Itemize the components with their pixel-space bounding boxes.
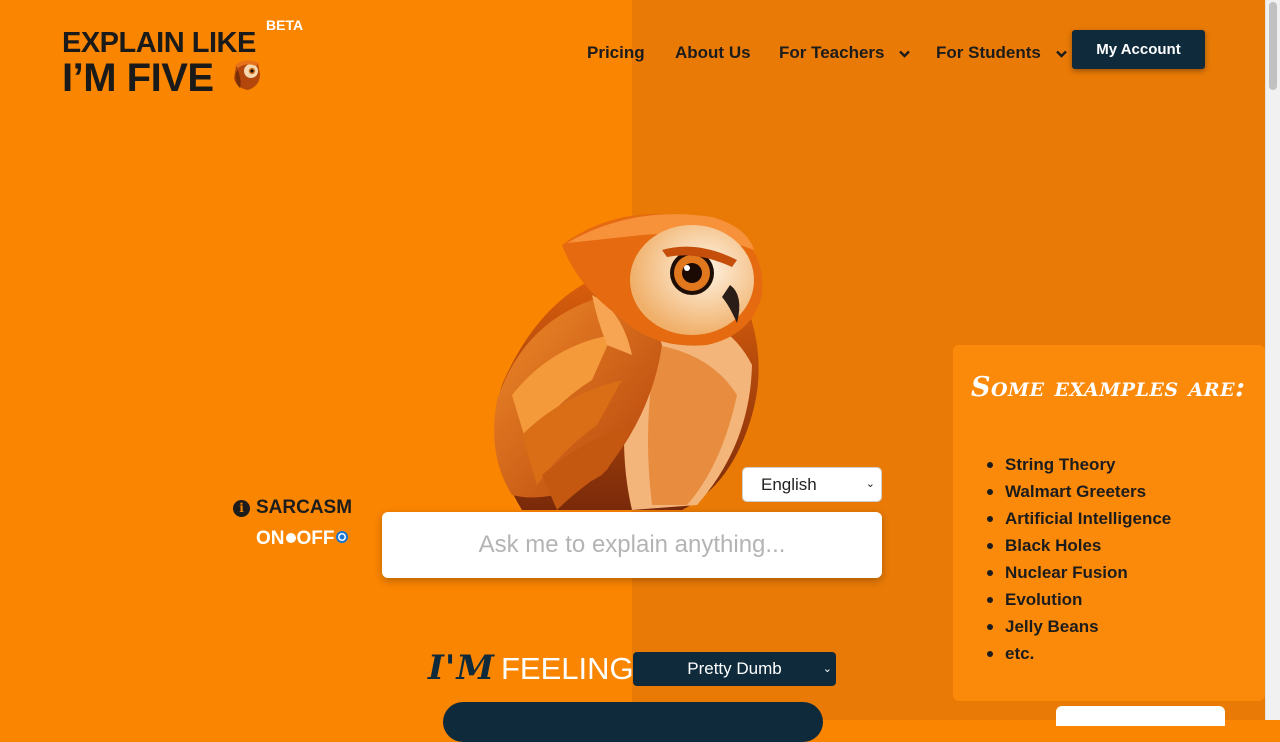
chevron-down-icon: ⌄ [822, 663, 832, 675]
sarcasm-on-label[interactable]: ON [256, 528, 285, 549]
page-scrollbar[interactable] [1265, 0, 1280, 720]
feeling-select[interactable]: Pretty Dumb ⌄ [633, 652, 836, 686]
secondary-button[interactable] [1056, 706, 1225, 726]
example-item: Black Holes [987, 532, 1171, 559]
chevron-down-icon: ⌄ [865, 478, 875, 490]
owl-logo-icon [234, 60, 260, 90]
nav-for-students-label: For Students [936, 43, 1041, 62]
feeling-word: FEELING [500, 651, 634, 686]
example-item: String Theory [987, 451, 1171, 478]
examples-list: String Theory Walmart Greeters Artificia… [987, 451, 1171, 667]
example-item: Nuclear Fusion [987, 559, 1171, 586]
sarcasm-label: i SARCASM [233, 497, 352, 519]
example-item: Evolution [987, 586, 1171, 613]
ask-input[interactable]: Ask me to explain anything... [382, 512, 882, 578]
nav-pricing[interactable]: Pricing [587, 42, 645, 64]
feeling-select-value: Pretty Dumb [687, 659, 782, 678]
my-account-button[interactable]: My Account [1072, 30, 1205, 69]
sarcasm-on-radio[interactable] [285, 533, 296, 543]
example-item: Walmart Greeters [987, 478, 1171, 505]
sarcasm-off-radio[interactable] [335, 531, 348, 543]
nav-for-students[interactable]: For Students [936, 42, 1067, 64]
chevron-down-icon [899, 50, 911, 58]
sarcasm-label-text: SARCASM [256, 497, 353, 518]
nav-for-teachers-label: For Teachers [779, 43, 885, 62]
owl-mascot-icon [494, 213, 763, 510]
scrollbar-thumb[interactable] [1269, 2, 1277, 90]
examples-card: Some examples are: String Theory Walmart… [953, 345, 1265, 701]
logo-line-1: EXPLAIN LIKE [62, 27, 256, 59]
info-icon[interactable]: i [233, 500, 250, 517]
language-select-value: English [761, 475, 817, 494]
explain-button[interactable] [443, 702, 823, 742]
nav-for-teachers[interactable]: For Teachers [779, 42, 911, 64]
ask-input-placeholder: Ask me to explain anything... [478, 531, 786, 558]
chevron-down-icon [1055, 50, 1067, 58]
sarcasm-toggle: ON OFF [256, 528, 349, 550]
feeling-heading: I'M FEELING [428, 648, 634, 689]
site-logo[interactable]: EXPLAIN LIKE I’M FIVE [62, 28, 312, 98]
example-item: Artificial Intelligence [987, 505, 1171, 532]
logo-line-2: I’M FIVE [62, 56, 214, 100]
language-select[interactable]: English ⌄ [742, 467, 882, 502]
example-item: Jelly Beans [987, 613, 1171, 640]
nav-about-us[interactable]: About Us [675, 42, 751, 64]
examples-title: Some examples are: [971, 372, 1246, 403]
feeling-prefix: I'M [428, 648, 495, 688]
beta-badge: BETA [266, 17, 304, 33]
example-item: etc. [987, 640, 1171, 667]
sarcasm-off-label[interactable]: OFF [297, 528, 335, 549]
